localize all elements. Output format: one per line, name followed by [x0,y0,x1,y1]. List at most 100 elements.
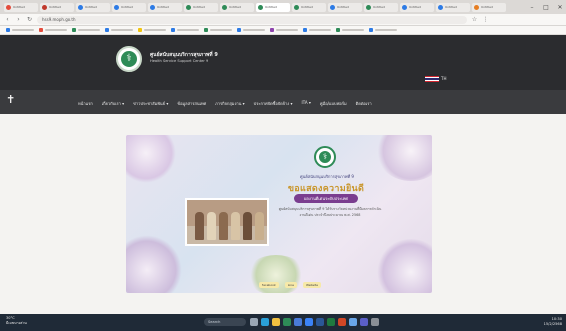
menu-item[interactable]: หน้าแรก [78,100,93,107]
bookmark-item[interactable] [171,28,199,32]
tab-favicon-icon [366,4,371,10]
bookmark-favicon-icon [303,28,307,32]
main-menu: หน้าแรก เกี่ยวกับเรา ▾ ข่าวประชาสัมพันธ์ ▾… [78,100,372,107]
browser-tab[interactable]: Untitled [184,2,218,12]
weather-condition: มีเมฆบางส่วน [6,321,27,325]
banner-contact-link[interactable]: facebook [259,282,279,288]
menu-item[interactable]: ITA ▾ [302,100,311,107]
menu-item[interactable]: เกี่ยวกับเรา ▾ [102,100,124,107]
tab-favicon-icon [258,4,263,10]
banner-description: ศูนย์สนับสนุนบริการสุขภาพที่ 9 ได้รับราง… [278,207,382,217]
browser-tab[interactable]: Untitled [328,2,362,12]
site-logo[interactable]: ⚕ [116,46,142,72]
mail-icon[interactable] [305,318,313,326]
browser-tab[interactable]: Untitled [148,2,182,12]
tab-label: Untitled [373,5,385,9]
store-icon[interactable] [294,318,302,326]
bookmark-item[interactable] [303,28,331,32]
settings-icon[interactable] [371,318,379,326]
menu-item[interactable]: ประกาศจัดซื้อจัดจ้าง ▾ [254,100,293,107]
thai-flag-icon[interactable] [425,76,439,82]
forward-icon[interactable]: › [15,16,22,23]
bookmark-item[interactable] [138,28,166,32]
banner-contact-link[interactable]: Line [284,282,297,288]
tab-favicon-icon [402,4,407,10]
site-name: ศูนย์สนับสนุนบริการสุขภาพที่ 9 [150,52,218,58]
bookmark-favicon-icon [6,28,10,32]
word-icon[interactable] [316,318,324,326]
browser-tab[interactable]: Untitled [472,2,506,12]
tab-label: Untitled [301,5,313,9]
photos-icon[interactable] [349,318,357,326]
minimize-icon[interactable]: – [526,4,538,11]
tab-label: Untitled [445,5,457,9]
language-switch[interactable]: TH [441,76,446,81]
system-tray-clock[interactable]: 10:30 15/2/2568 [510,317,562,327]
bookmark-item[interactable] [72,28,100,32]
menu-item[interactable]: คู่มือ/แบบฟอร์ม [320,100,347,107]
bookmark-label-placeholder [144,29,166,31]
teams-icon[interactable] [360,318,368,326]
bookmark-item[interactable] [204,28,232,32]
browser-tab[interactable]: Untitled [364,2,398,12]
excel-icon[interactable] [327,318,335,326]
banner-award-label: ผลงานดีเด่นระดับประเทศ [294,194,358,203]
powerpoint-icon[interactable] [338,318,346,326]
tab-label: Untitled [409,5,421,9]
menu-item[interactable]: ข้อมูลสารสนเทศ [177,100,206,107]
tab-label: Untitled [481,5,493,9]
browser-tab[interactable]: Untitled [4,2,38,12]
browser-tab[interactable]: Untitled [400,2,434,12]
menu-item[interactable]: ภารกิจกลุ่มงาน ▾ [215,100,245,107]
weather-widget[interactable]: 30°C มีเมฆบางส่วน [6,316,27,326]
browser-tab[interactable]: Untitled [76,2,110,12]
browser-tab[interactable]: Untitled [436,2,470,12]
site-subtitle: Health Service Support Center 9 [150,59,209,63]
reload-icon[interactable]: ↻ [26,16,33,23]
moph-logo: ⚕ [314,146,336,168]
browser-tab[interactable]: Untitled [292,2,326,12]
file-explorer-icon[interactable] [272,318,280,326]
bookmark-item[interactable] [270,28,298,32]
url-input[interactable]: hss9.moph.go.th [37,15,467,24]
caduceus-icon: ⚕ [121,51,137,67]
menu-cross-icon[interactable]: ✝ [6,93,15,106]
bookmark-item[interactable] [237,28,265,32]
maximize-icon[interactable]: □ [540,4,552,11]
bookmark-item[interactable] [6,28,34,32]
task-view-icon[interactable] [250,318,258,326]
banner-org-name: ศูนย์สนับสนุนบริการสุขภาพที่ 9 [300,174,354,179]
tab-favicon-icon [150,4,155,10]
chrome-icon[interactable] [283,318,291,326]
bookmark-favicon-icon [138,28,142,32]
bookmark-label-placeholder [276,29,298,31]
menu-item[interactable]: ข่าวประชาสัมพันธ์ ▾ [133,100,168,107]
bookmark-label-placeholder [12,29,34,31]
bookmark-label-placeholder [342,29,364,31]
back-icon[interactable]: ‹ [4,16,11,23]
browser-tab[interactable]: Untitled [112,2,146,12]
caduceus-icon: ⚕ [319,151,331,163]
bookmark-favicon-icon [39,28,43,32]
browser-tab[interactable]: Untitled [256,2,290,12]
extensions-icon[interactable]: ⋮ [482,16,489,23]
edge-icon[interactable] [261,318,269,326]
tab-label: Untitled [49,5,61,9]
bookmark-favicon-icon [336,28,340,32]
menu-item[interactable]: ติดต่อเรา [356,100,372,107]
bookmark-favicon-icon [270,28,274,32]
browser-tab[interactable]: Untitled [40,2,74,12]
close-icon[interactable]: ✕ [554,4,566,11]
bookmark-item[interactable] [369,28,397,32]
bookmark-label-placeholder [243,29,265,31]
bookmark-label-placeholder [210,29,232,31]
tab-label: Untitled [121,5,133,9]
bookmark-item[interactable] [105,28,133,32]
bookmark-label-placeholder [309,29,331,31]
bookmark-item[interactable] [336,28,364,32]
taskbar-search[interactable]: Search [204,318,246,326]
browser-tab[interactable]: Untitled [220,2,254,12]
bookmark-item[interactable] [39,28,67,32]
bookmark-star-icon[interactable]: ☆ [471,16,478,23]
banner-contact-link[interactable]: Website [303,282,321,288]
